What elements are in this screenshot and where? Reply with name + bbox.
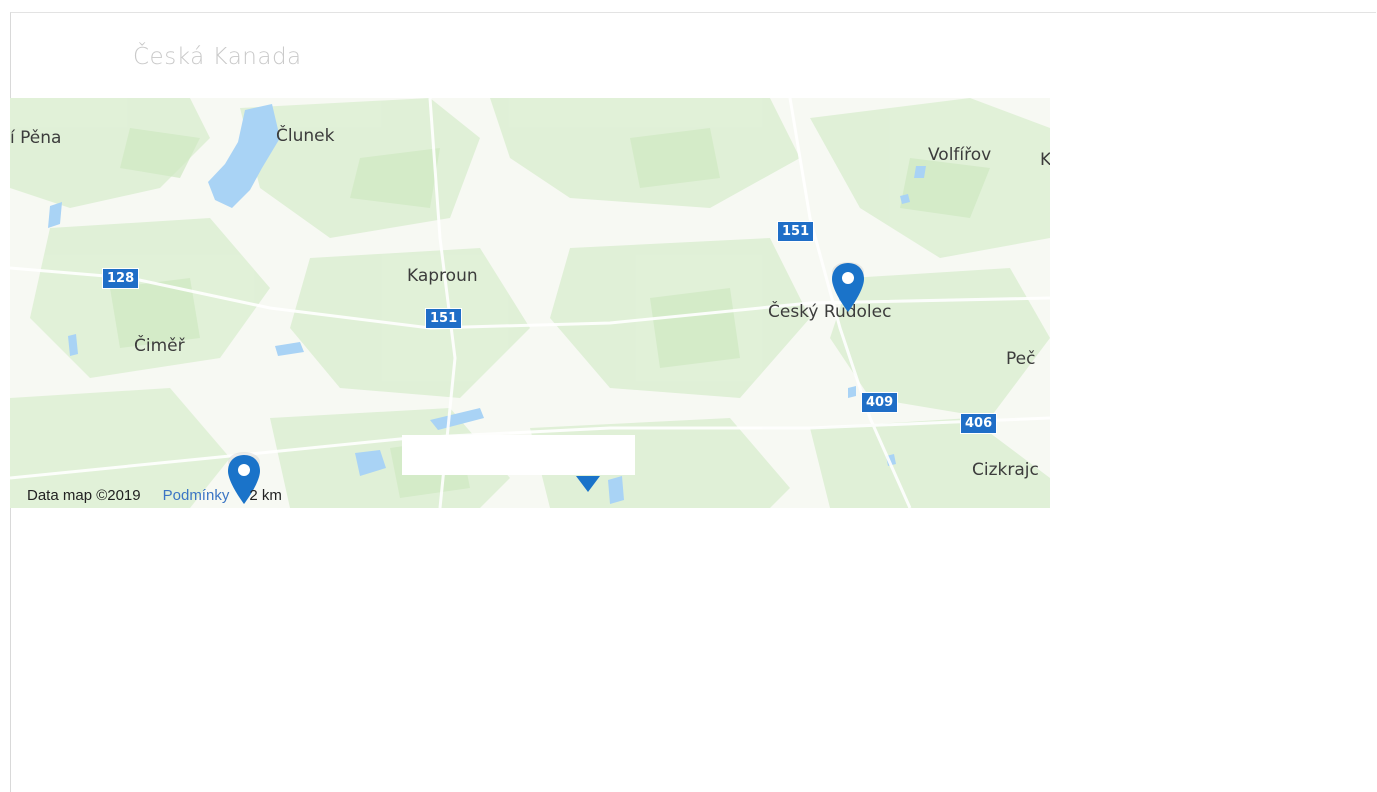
road-shield: 151 xyxy=(777,221,815,242)
place-label: K xyxy=(1040,150,1050,170)
place-label: Cizkrajc xyxy=(972,460,1039,480)
map-pin-icon[interactable] xyxy=(828,258,868,318)
road-shield: 409 xyxy=(861,392,899,413)
place-label: Volfířov xyxy=(928,145,992,165)
chevron-down-icon[interactable] xyxy=(576,476,600,494)
map-attribution: Data map ©2019 Podmínky 2 km xyxy=(10,484,380,506)
terms-link[interactable]: Podmínky xyxy=(163,487,230,504)
map-overlay-panel xyxy=(402,435,635,475)
place-label: Čiměř xyxy=(134,336,185,356)
place-label: Člunek xyxy=(276,126,335,146)
road-shield: 151 xyxy=(425,308,463,329)
page-title: Česká Kanada xyxy=(133,44,302,70)
road-shield: 406 xyxy=(960,413,998,434)
map-scale: 2 km xyxy=(249,486,282,504)
map-copyright: Data map ©2019 xyxy=(27,486,141,504)
road-shield: 128 xyxy=(102,268,140,289)
place-label: í Pěna xyxy=(10,128,62,148)
place-label: Kaproun xyxy=(407,266,478,286)
place-label: Peč xyxy=(1006,349,1036,369)
